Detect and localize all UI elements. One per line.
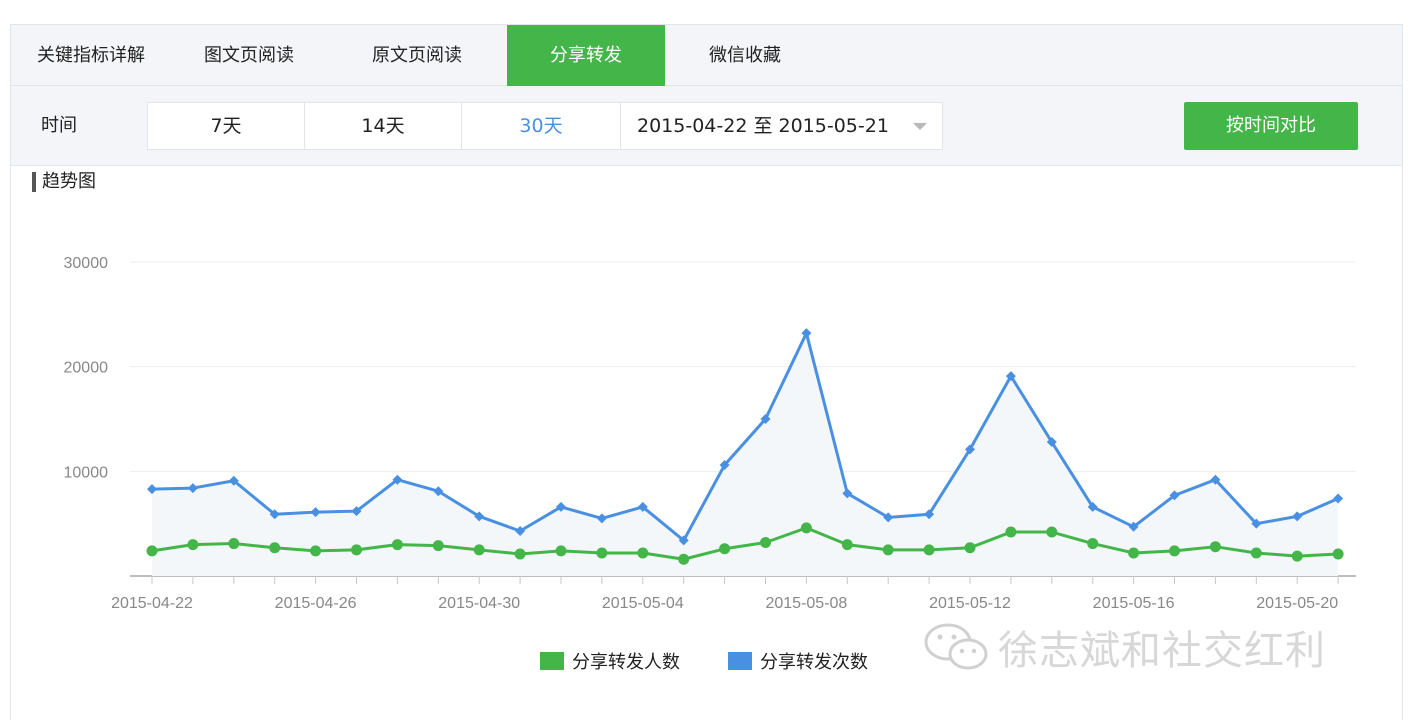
y-tick-label: 20000 bbox=[64, 360, 109, 377]
watermark: 徐志斌和社交红利 bbox=[922, 618, 1326, 678]
data-point-people bbox=[800, 522, 812, 534]
legend-item-count: 分享转发次数 bbox=[728, 652, 868, 674]
trend-chart: 10000 20000 30000 2015-04-22 2015-04-26 2015-… bbox=[64, 255, 1356, 612]
x-tick-label: 2015-05-04 bbox=[602, 595, 684, 612]
data-point-people bbox=[760, 537, 771, 549]
data-point-people bbox=[923, 544, 935, 556]
x-tick-label: 2015-04-26 bbox=[275, 595, 357, 612]
legend-label-count: 分享转发次数 bbox=[760, 652, 868, 673]
x-tick-label: 2015-04-30 bbox=[438, 595, 520, 612]
data-point-people bbox=[1005, 526, 1017, 538]
data-point-people bbox=[1128, 547, 1140, 559]
data-point-people bbox=[719, 543, 731, 555]
data-point-people bbox=[555, 545, 567, 557]
data-point-people bbox=[1046, 526, 1058, 538]
data-point-people bbox=[187, 539, 199, 551]
x-tick-label: 2015-05-20 bbox=[1256, 595, 1338, 612]
data-point-people bbox=[1209, 541, 1221, 553]
data-point-people bbox=[964, 542, 976, 554]
x-tick-label: 2015-05-12 bbox=[929, 595, 1011, 612]
y-tick-label: 30000 bbox=[64, 255, 109, 272]
data-point-people bbox=[637, 547, 649, 559]
watermark-text: 徐志斌和社交红利 bbox=[998, 628, 1326, 674]
y-tick-label: 10000 bbox=[64, 464, 109, 481]
data-point-count bbox=[801, 328, 812, 339]
x-tick-label: 2015-05-16 bbox=[1093, 595, 1175, 612]
data-point-people bbox=[596, 547, 608, 559]
data-point-people bbox=[351, 544, 362, 556]
x-tick-label: 2015-04-22 bbox=[111, 595, 193, 612]
data-point-people bbox=[1169, 545, 1180, 557]
series-area-count bbox=[152, 333, 1339, 576]
data-point-people bbox=[1250, 547, 1262, 559]
data-point-people bbox=[269, 542, 281, 554]
x-tick-label: 2015-05-08 bbox=[765, 595, 847, 612]
data-point-people bbox=[882, 544, 894, 556]
data-point-people bbox=[678, 553, 690, 565]
data-point-people bbox=[146, 545, 158, 557]
legend-swatch-count bbox=[728, 652, 752, 670]
data-point-people bbox=[228, 538, 240, 550]
wechat-logo-icon bbox=[924, 623, 988, 670]
legend-swatch-people bbox=[540, 652, 564, 670]
data-point-people bbox=[1291, 550, 1303, 562]
legend-item-people: 分享转发人数 bbox=[540, 652, 680, 674]
data-point-people bbox=[1087, 538, 1099, 550]
data-point-people bbox=[473, 544, 485, 556]
legend-label-people: 分享转发人数 bbox=[572, 652, 680, 673]
data-point-people bbox=[841, 539, 853, 551]
data-point-people bbox=[391, 539, 403, 551]
data-point-people bbox=[514, 548, 526, 560]
data-point-people bbox=[310, 545, 322, 557]
data-point-people bbox=[432, 540, 444, 552]
data-point-people bbox=[1332, 548, 1344, 560]
